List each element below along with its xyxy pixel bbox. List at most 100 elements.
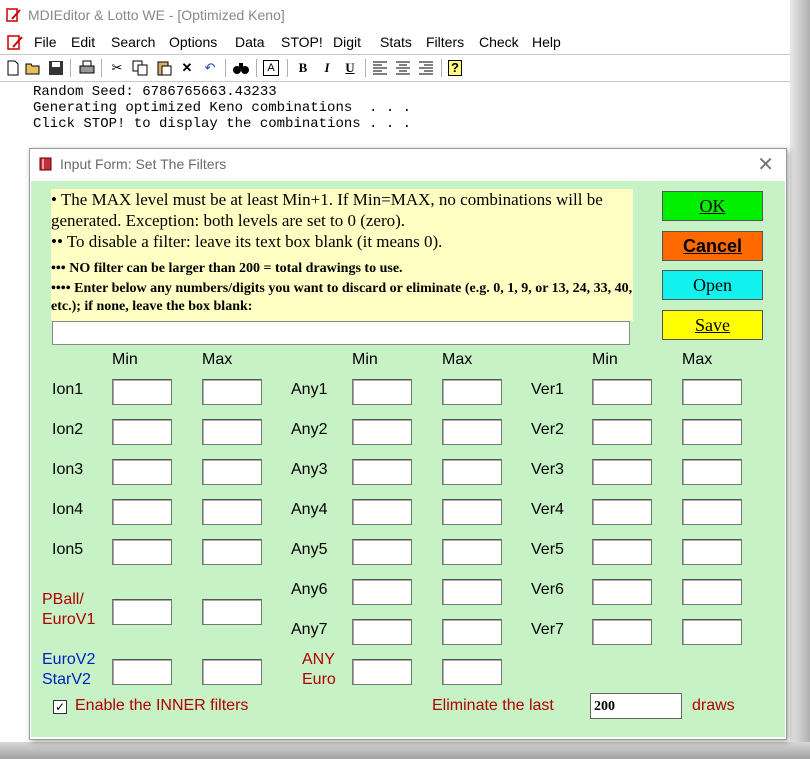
delete-x-icon[interactable]: ✕	[178, 59, 196, 77]
copy-icon[interactable]	[131, 59, 149, 77]
find-binoculars-icon[interactable]	[232, 59, 250, 77]
any5-max-input[interactable]	[442, 539, 502, 565]
editor-area[interactable]: Random Seed: 6786765663.43233 Generating…	[0, 82, 790, 152]
any7-label: Any7	[291, 621, 328, 638]
ion5-min-input[interactable]	[112, 539, 172, 565]
ion4-min-input[interactable]	[112, 499, 172, 525]
ver1-label: Ver1	[531, 381, 564, 398]
eurov2-min-input[interactable]	[112, 659, 172, 685]
ion3-min-input[interactable]	[112, 459, 172, 485]
any5-min-input[interactable]	[352, 539, 412, 565]
any4-label: Any4	[291, 501, 328, 518]
col3-max-header: Max	[682, 351, 713, 368]
info-line-2: •• To disable a filter: leave its text b…	[51, 232, 443, 251]
ver6-min-input[interactable]	[592, 579, 652, 605]
col2-max-header: Max	[442, 351, 473, 368]
draws-count-input[interactable]: 200	[590, 693, 682, 719]
ver5-min-input[interactable]	[592, 539, 652, 565]
pball-min-input[interactable]	[112, 599, 172, 625]
menu-file[interactable]: File	[34, 34, 57, 50]
inner-filters-checkbox[interactable]: ✓	[53, 700, 67, 714]
any7-min-input[interactable]	[352, 619, 412, 645]
ver6-max-input[interactable]	[682, 579, 742, 605]
menu-options[interactable]: Options	[169, 34, 217, 50]
ver3-max-input[interactable]	[682, 459, 742, 485]
menu-filters[interactable]: Filters	[426, 34, 464, 50]
menu-data[interactable]: Data	[235, 34, 265, 50]
any2-min-input[interactable]	[352, 419, 412, 445]
info-line-1: • The MAX level must be at least Min+1. …	[51, 190, 603, 230]
any-euro-max-input[interactable]	[442, 659, 502, 685]
col3-min-header: Min	[592, 351, 618, 368]
any3-label: Any3	[291, 461, 328, 478]
save-disk-icon[interactable]	[47, 59, 65, 77]
any4-min-input[interactable]	[352, 499, 412, 525]
new-file-icon[interactable]	[4, 59, 22, 77]
ver1-max-input[interactable]	[682, 379, 742, 405]
cancel-button[interactable]: Cancel	[662, 231, 763, 261]
menu-help[interactable]: Help	[532, 34, 561, 50]
cut-icon[interactable]: ✂	[108, 59, 126, 77]
italic-icon[interactable]: I	[318, 59, 336, 77]
eurov2-max-input[interactable]	[202, 659, 262, 685]
menu-stats[interactable]: Stats	[380, 34, 412, 50]
ver2-min-input[interactable]	[592, 419, 652, 445]
help-question-icon[interactable]: ?	[448, 60, 462, 76]
inner-filters-label[interactable]: Enable the INNER filters	[75, 697, 248, 715]
any6-max-input[interactable]	[442, 579, 502, 605]
align-left-icon[interactable]	[371, 59, 389, 77]
any1-min-input[interactable]	[352, 379, 412, 405]
any3-min-input[interactable]	[352, 459, 412, 485]
app-icon	[6, 8, 21, 22]
menu-edit[interactable]: Edit	[71, 34, 95, 50]
ver3-min-input[interactable]	[592, 459, 652, 485]
ok-button[interactable]: OK	[662, 191, 763, 221]
any5-label: Any5	[291, 541, 328, 558]
menu-search[interactable]: Search	[111, 34, 155, 50]
save-button[interactable]: Save	[662, 310, 763, 340]
eliminate-numbers-input[interactable]	[52, 321, 630, 345]
any7-max-input[interactable]	[442, 619, 502, 645]
ver1-min-input[interactable]	[592, 379, 652, 405]
ion5-max-input[interactable]	[202, 539, 262, 565]
pball-max-input[interactable]	[202, 599, 262, 625]
ver4-max-input[interactable]	[682, 499, 742, 525]
ver7-min-input[interactable]	[592, 619, 652, 645]
any4-max-input[interactable]	[442, 499, 502, 525]
any3-max-input[interactable]	[442, 459, 502, 485]
ver4-min-input[interactable]	[592, 499, 652, 525]
open-button[interactable]: Open	[662, 270, 763, 300]
align-center-icon[interactable]	[394, 59, 412, 77]
open-folder-icon[interactable]	[24, 59, 42, 77]
ver4-label: Ver4	[531, 501, 564, 518]
menu-stop[interactable]: STOP!	[281, 34, 323, 50]
draws-label: draws	[692, 697, 735, 714]
ion1-max-input[interactable]	[202, 379, 262, 405]
pball-label: PBall/	[42, 591, 84, 608]
ver2-max-input[interactable]	[682, 419, 742, 445]
editor-line: Click STOP! to display the combinations …	[33, 116, 412, 132]
bold-icon[interactable]: B	[294, 59, 312, 77]
underline-icon[interactable]: U	[341, 59, 359, 77]
paste-icon[interactable]	[155, 59, 173, 77]
close-icon[interactable]: ✕	[757, 152, 774, 177]
ver2-label: Ver2	[531, 421, 564, 438]
menu-digit[interactable]: Digit	[333, 34, 361, 50]
ion2-max-input[interactable]	[202, 419, 262, 445]
ion2-min-input[interactable]	[112, 419, 172, 445]
any1-max-input[interactable]	[442, 379, 502, 405]
any-euro-min-input[interactable]	[352, 659, 412, 685]
undo-icon[interactable]: ↶	[201, 59, 219, 77]
align-right-icon[interactable]	[417, 59, 435, 77]
menu-check[interactable]: Check	[479, 34, 519, 50]
ver5-max-input[interactable]	[682, 539, 742, 565]
ver7-max-input[interactable]	[682, 619, 742, 645]
print-icon[interactable]	[78, 59, 96, 77]
document-system-icon[interactable]	[6, 33, 24, 51]
ion1-min-input[interactable]	[112, 379, 172, 405]
ion3-max-input[interactable]	[202, 459, 262, 485]
any6-min-input[interactable]	[352, 579, 412, 605]
ion4-max-input[interactable]	[202, 499, 262, 525]
font-a-icon[interactable]: A	[263, 60, 279, 76]
any2-max-input[interactable]	[442, 419, 502, 445]
